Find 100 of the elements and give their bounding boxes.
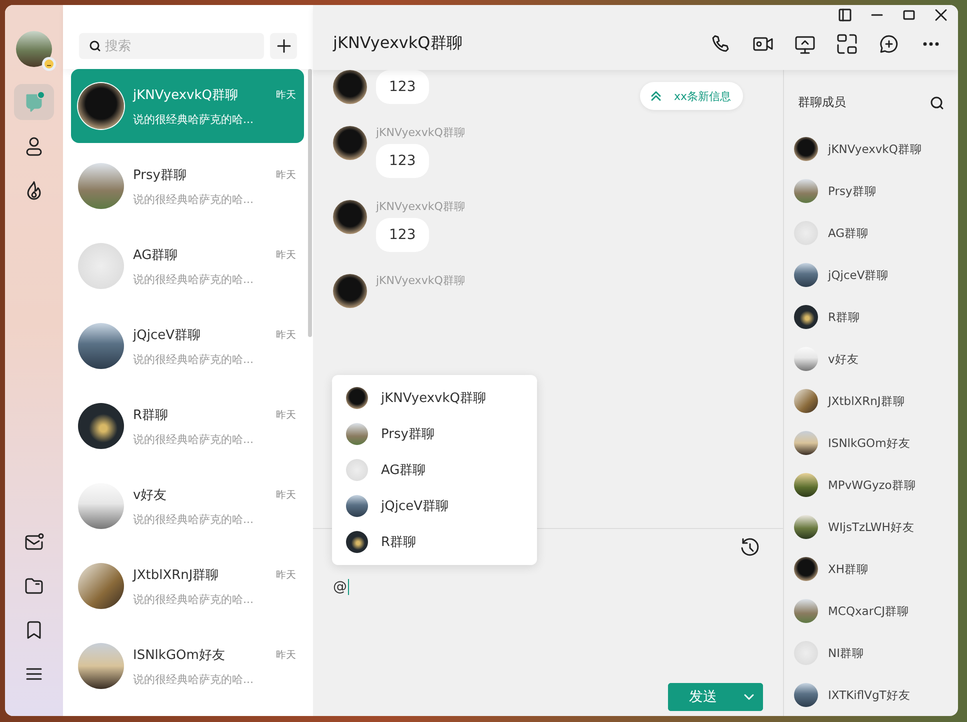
add-button[interactable] (270, 33, 297, 59)
conversation-time: 昨天 (276, 328, 296, 342)
conversation-name: v好友 (133, 486, 167, 504)
avatar-photo (794, 389, 818, 413)
layout-icon (836, 32, 858, 54)
avatar-photo (78, 563, 124, 609)
avatar-photo (794, 263, 818, 287)
mention-item[interactable]: jKNVyexvkQ群聊 (332, 380, 537, 416)
search-icon (930, 96, 944, 110)
sender-name: jKNVyexvkQ群聊 (376, 274, 465, 288)
member-item[interactable]: jQjceV群聊 (794, 254, 948, 296)
avatar-photo (794, 431, 818, 455)
sender-name: jKNVyexvkQ群聊 (376, 126, 465, 140)
message-bubble: 123 (376, 70, 429, 104)
avatar-photo (78, 323, 124, 369)
avatar-photo (794, 557, 818, 581)
scrollbar-thumb[interactable] (308, 69, 312, 337)
close-icon (934, 8, 948, 22)
member-item[interactable]: jKNVyexvkQ群聊 (794, 128, 948, 170)
message-bubble: 123 (376, 218, 429, 252)
member-name: Prsy群聊 (381, 426, 434, 443)
mention-item[interactable]: Prsy群聊 (332, 416, 537, 452)
conversation-item[interactable]: Prsy群聊 昨天 说的很经典哈萨克的哈... (71, 149, 304, 223)
avatar-photo (794, 305, 818, 329)
more-icon (923, 42, 939, 46)
avatar-photo (78, 483, 124, 529)
member-item[interactable]: AG群聊 (794, 212, 948, 254)
conversation-time: 昨天 (276, 648, 296, 662)
message-preview: 说的很经典哈萨克的哈... (133, 592, 254, 606)
member-item[interactable]: R群聊 (794, 296, 948, 338)
conversation-name: Prsy群聊 (133, 166, 186, 184)
conversation-item[interactable]: ISNlkGOm好友 昨天 说的很经典哈萨克的哈... (71, 629, 304, 703)
message-input[interactable]: @ (333, 565, 763, 683)
avatar-photo (346, 495, 368, 517)
avatar-photo (346, 459, 368, 481)
conversation-time: 昨天 (276, 88, 296, 102)
window-title: jKNVyexvkQ群聊 (333, 33, 464, 54)
member-name: jQjceV群聊 (381, 498, 448, 515)
avatar-photo (78, 403, 124, 449)
conversation-item[interactable]: v好友 昨天 说的很经典哈萨克的哈... (71, 469, 304, 543)
member-name: jKNVyexvkQ群聊 (381, 390, 486, 407)
avatar-photo (346, 531, 368, 553)
conversation-item[interactable]: R群聊 昨天 说的很经典哈萨克的哈... (71, 389, 304, 463)
avatar-photo (794, 515, 818, 539)
message-preview: 说的很经典哈萨克的哈... (133, 512, 254, 526)
sender-name: jKNVyexvkQ群聊 (376, 200, 465, 214)
avatar-photo (794, 179, 818, 203)
member-item[interactable]: WIjsTzLWH好友 (794, 506, 948, 548)
sender-avatar (333, 200, 367, 234)
avatar-photo (794, 599, 818, 623)
new-messages-button[interactable]: xx条新信息 (640, 82, 743, 110)
member-name: AG群聊 (381, 462, 426, 479)
search-field[interactable]: 搜索 (79, 33, 264, 59)
conversation-time: 昨天 (276, 168, 296, 182)
conversation-time: 昨天 (276, 248, 296, 262)
mention-item[interactable]: R群聊 (332, 524, 537, 560)
double-chevron-up-icon (650, 90, 662, 102)
conversation-item[interactable]: jKNVyexvkQ群聊 昨天 说的很经典哈萨克的哈... (71, 69, 304, 143)
mail-icon (23, 531, 45, 553)
sender-avatar (333, 274, 367, 308)
avatar-photo (346, 387, 368, 409)
member-item[interactable]: IXTKiflVgT好友 (794, 674, 948, 716)
message-preview: 说的很经典哈萨克的哈... (133, 432, 254, 446)
search-icon (89, 40, 101, 52)
conversation-item[interactable]: AG群聊 昨天 说的很经典哈萨克的哈... (71, 229, 304, 303)
member-item[interactable]: v好友 (794, 338, 948, 380)
conversation-name: ISNlkGOm好友 (133, 646, 225, 664)
add-chat-button[interactable] (878, 32, 900, 54)
mention-item[interactable]: AG群聊 (332, 452, 537, 488)
conversation-time: 昨天 (276, 568, 296, 582)
layout-button[interactable] (836, 32, 858, 54)
avatar-photo (78, 643, 124, 689)
avatar-photo (794, 683, 818, 707)
avatar-photo (78, 83, 124, 129)
conversation-name: jQjceV群聊 (133, 326, 200, 344)
member-name: R群聊 (381, 534, 416, 551)
conversation-time: 昨天 (276, 408, 296, 422)
member-item[interactable]: XH群聊 (794, 548, 948, 590)
message-preview: 说的很经典哈萨克的哈... (133, 112, 254, 126)
avatar-photo (346, 423, 368, 445)
message-preview: 说的很经典哈萨克的哈... (133, 272, 254, 286)
message-bubble: 123 (376, 144, 429, 178)
maximize-icon (902, 8, 916, 22)
plus-icon (276, 38, 292, 54)
avatar-photo (78, 243, 124, 289)
avatar-photo (794, 347, 818, 371)
history-button[interactable] (739, 537, 761, 559)
conversation-item[interactable]: jQjceV群聊 昨天 说的很经典哈萨克的哈... (71, 309, 304, 383)
member-item[interactable]: JXtblXRnJ群聊 (794, 380, 948, 422)
member-item[interactable]: MPvWGyzo群聊 (794, 464, 948, 506)
member-item[interactable]: MCQxarCJ群聊 (794, 590, 948, 632)
member-item[interactable]: ISNlkGOm好友 (794, 422, 948, 464)
conversation-name: JXtblXRnJ群聊 (133, 566, 219, 584)
member-item[interactable]: Prsy群聊 (794, 170, 948, 212)
member-item[interactable]: NI群聊 (794, 632, 948, 674)
conversation-item[interactable]: JXtblXRnJ群聊 昨天 说的很经典哈萨克的哈... (71, 549, 304, 623)
conversation-name: jKNVyexvkQ群聊 (133, 86, 238, 104)
sender-avatar (333, 126, 367, 160)
mention-item[interactable]: jQjceV群聊 (332, 488, 537, 524)
conversation-name: R群聊 (133, 406, 168, 424)
